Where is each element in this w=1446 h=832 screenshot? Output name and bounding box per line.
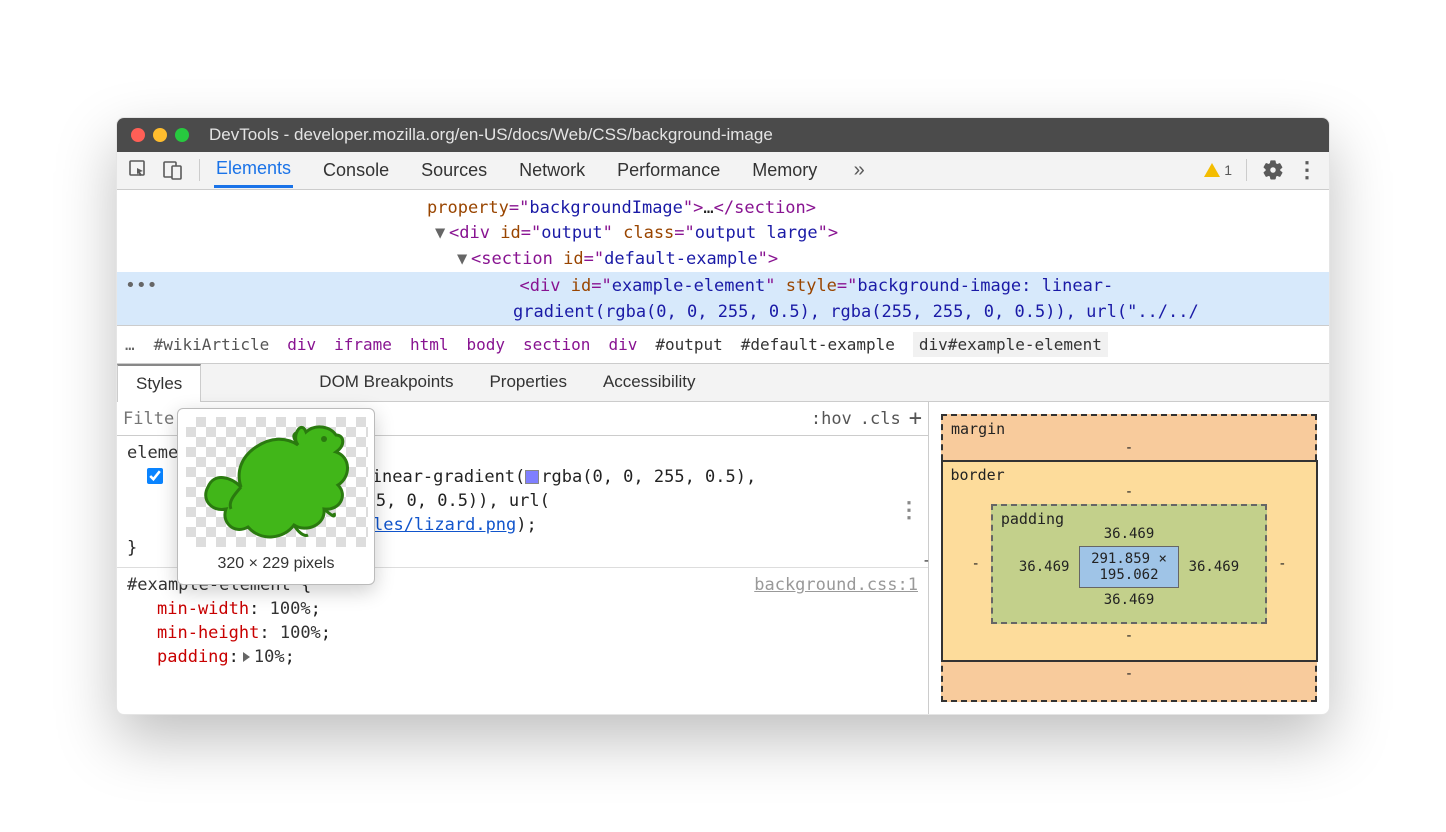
subtab-properties[interactable]: Properties xyxy=(471,364,584,401)
breadcrumb-item-selected[interactable]: div#example-element xyxy=(913,332,1108,357)
content-size[interactable]: 291.859 × 195.062 xyxy=(1079,546,1178,588)
padding-top[interactable]: 36.469 xyxy=(1019,526,1239,542)
styles-panel: :hov .cls + xyxy=(117,402,929,714)
breadcrumb-overflow[interactable]: … xyxy=(125,335,136,354)
dom-row[interactable]: ▼<section id="default-example"> xyxy=(117,247,1329,273)
devtools-window: DevTools - developer.mozilla.org/en-US/d… xyxy=(116,117,1330,716)
window-title: DevTools - developer.mozilla.org/en-US/d… xyxy=(209,125,773,145)
warning-count: 1 xyxy=(1224,162,1232,178)
sidebar-tabs: Styles DOM Breakpoints Properties Access… xyxy=(117,364,1329,402)
warnings-badge[interactable]: 1 xyxy=(1204,162,1232,178)
hover-toggle[interactable]: :hov xyxy=(811,409,852,429)
inspect-element-icon[interactable] xyxy=(127,158,151,182)
titlebar: DevTools - developer.mozilla.org/en-US/d… xyxy=(117,118,1329,152)
dom-row[interactable]: ▼<div id="output" class="output large"> xyxy=(117,221,1329,247)
tab-sources[interactable]: Sources xyxy=(419,154,489,187)
border-bottom[interactable]: - xyxy=(971,628,1288,644)
padding-bottom[interactable]: 36.469 xyxy=(1019,592,1239,608)
tab-console[interactable]: Console xyxy=(321,154,391,187)
property-name[interactable]: min-height xyxy=(157,623,259,643)
tab-performance[interactable]: Performance xyxy=(615,154,722,187)
toolbar-separator xyxy=(1246,159,1247,181)
kebab-menu-icon[interactable]: ⋮ xyxy=(1295,158,1319,182)
breadcrumb-item[interactable]: iframe xyxy=(334,335,392,354)
device-mode-icon[interactable] xyxy=(161,158,185,182)
property-value[interactable]: 100% xyxy=(280,623,321,643)
breadcrumb-item[interactable]: section xyxy=(523,335,590,354)
style-rules: 320 × 229 pixels element.style { backgro… xyxy=(117,436,928,675)
subtab-accessibility[interactable]: Accessibility xyxy=(585,364,714,401)
margin-label: margin xyxy=(951,420,1005,438)
toolbar-separator xyxy=(199,159,200,181)
breadcrumb-item[interactable]: html xyxy=(410,335,449,354)
toolbar: Elements Console Sources Network Perform… xyxy=(117,152,1329,190)
tab-network[interactable]: Network xyxy=(517,154,587,187)
margin-right[interactable]: - xyxy=(1328,553,1330,569)
breadcrumb-item[interactable]: div xyxy=(287,335,316,354)
border-top[interactable]: - xyxy=(971,484,1288,500)
margin-top[interactable]: - xyxy=(973,440,1285,456)
close-window-button[interactable] xyxy=(131,128,145,142)
class-toggle[interactable]: .cls xyxy=(860,409,901,429)
traffic-lights xyxy=(131,128,189,142)
minimize-window-button[interactable] xyxy=(153,128,167,142)
margin-bottom[interactable]: - xyxy=(973,666,1285,682)
tab-elements[interactable]: Elements xyxy=(214,152,293,188)
tab-memory[interactable]: Memory xyxy=(750,154,819,187)
border-right[interactable]: - xyxy=(1277,556,1287,572)
ellipsis-icon[interactable]: ••• xyxy=(117,275,166,296)
breadcrumb-item[interactable]: body xyxy=(466,335,505,354)
property-name[interactable]: padding xyxy=(157,647,229,667)
breadcrumb-item[interactable]: #default-example xyxy=(741,335,895,354)
source-link[interactable]: background.css:1 xyxy=(754,574,918,598)
dom-row[interactable]: property="backgroundImage">…</section> xyxy=(117,196,1329,222)
dom-tree[interactable]: property="backgroundImage">…</section> ▼… xyxy=(117,190,1329,326)
property-name[interactable]: min-width xyxy=(157,599,249,619)
subtab-styles[interactable]: Styles xyxy=(117,364,201,402)
rule-menu-icon[interactable]: ⋮ xyxy=(898,496,920,527)
maximize-window-button[interactable] xyxy=(175,128,189,142)
margin-left[interactable]: - xyxy=(922,553,930,569)
image-preview-tooltip: 320 × 229 pixels xyxy=(177,408,375,584)
more-tabs-icon[interactable]: » xyxy=(847,158,871,182)
padding-label: padding xyxy=(1001,510,1064,528)
padding-left[interactable]: 36.469 xyxy=(1019,559,1070,575)
dom-row-selected[interactable]: •••<div id="example-element" style="back… xyxy=(117,272,1329,300)
breadcrumb-item[interactable]: div xyxy=(608,335,637,354)
expand-icon[interactable] xyxy=(243,652,250,662)
breadcrumb-item[interactable]: #output xyxy=(655,335,722,354)
lizard-image xyxy=(186,417,368,547)
border-left[interactable]: - xyxy=(971,556,981,572)
breadcrumb-item[interactable]: #wikiArticle xyxy=(154,335,270,354)
property-value[interactable]: 100% xyxy=(270,599,311,619)
warning-icon xyxy=(1204,163,1220,177)
border-label: border xyxy=(951,466,1005,484)
main-split: :hov .cls + xyxy=(117,402,1329,714)
property-value[interactable]: 10% xyxy=(254,647,285,667)
property-toggle[interactable] xyxy=(147,468,163,484)
box-model-panel: margin - - border - - padding 36.469 xyxy=(929,402,1329,714)
breadcrumb: … #wikiArticle div iframe html body sect… xyxy=(117,325,1329,364)
color-swatch[interactable] xyxy=(525,470,539,484)
image-preview xyxy=(186,417,368,547)
image-dimensions: 320 × 229 pixels xyxy=(186,553,366,575)
new-rule-button[interactable]: + xyxy=(909,406,922,431)
box-model[interactable]: margin - - border - - padding 36.469 xyxy=(941,414,1317,702)
panel-tabs: Elements Console Sources Network Perform… xyxy=(214,152,1194,188)
gear-icon[interactable] xyxy=(1261,158,1285,182)
dom-row-selected[interactable]: gradient(rgba(0, 0, 255, 0.5), rgba(255,… xyxy=(117,300,1329,326)
padding-right[interactable]: 36.469 xyxy=(1189,559,1240,575)
subtab-dom-breakpoints[interactable]: DOM Breakpoints xyxy=(301,364,471,401)
